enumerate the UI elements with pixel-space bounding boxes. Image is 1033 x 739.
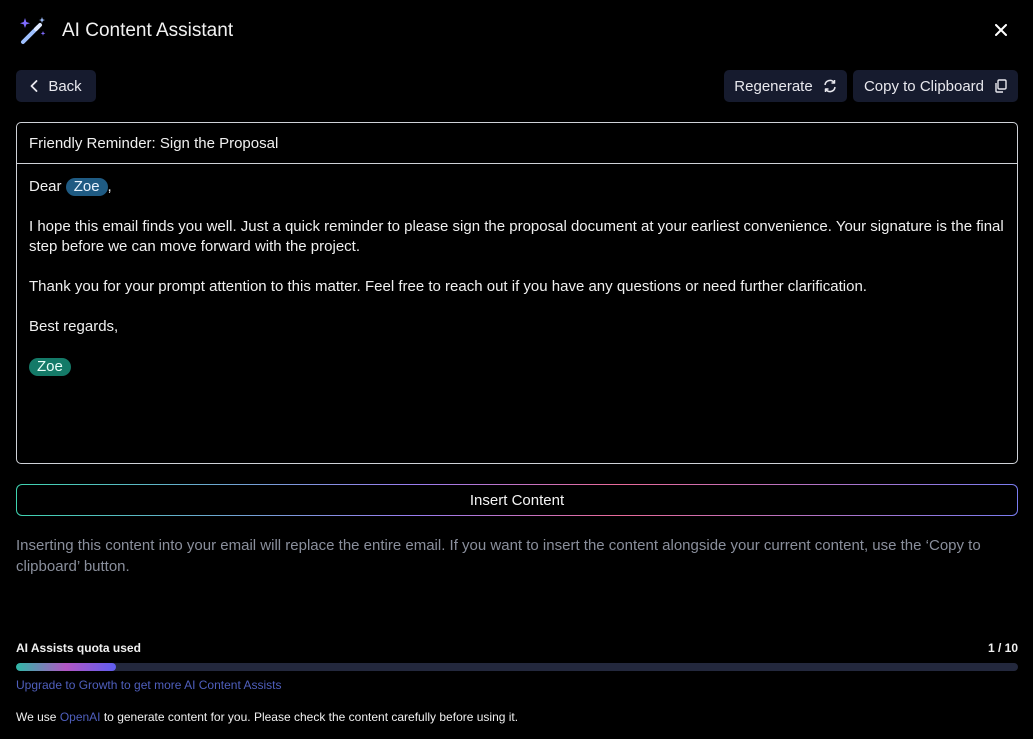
modal-header: AI Content Assistant [16, 14, 1017, 48]
quota-label: AI Assists quota used [16, 641, 141, 655]
copy-icon [994, 79, 1007, 93]
insert-content-button[interactable]: Insert Content [17, 485, 1017, 515]
footer-disclaimer: We use OpenAI to generate content for yo… [16, 710, 518, 724]
insert-note: Inserting this content into your email w… [16, 537, 981, 575]
copy-label: Copy to Clipboard [863, 77, 985, 95]
subject-field[interactable]: Friendly Reminder: Sign the Proposal [17, 123, 1017, 164]
sender-line: Zoe [29, 357, 1005, 377]
openai-link[interactable]: OpenAI [60, 710, 101, 724]
email-body[interactable]: Dear Zoe, I hope this email finds you we… [17, 164, 1017, 377]
refresh-icon [823, 79, 837, 93]
chevron-left-icon [30, 80, 38, 92]
quota-progress-fill [16, 663, 117, 671]
upgrade-link[interactable]: Upgrade to Growth to get more AI Content… [16, 678, 281, 692]
magic-wand-icon [20, 17, 46, 44]
footer-prefix: We use [16, 710, 60, 724]
email-editor[interactable]: Friendly Reminder: Sign the Proposal Dea… [16, 122, 1018, 464]
close-icon [995, 24, 1007, 36]
insert-content-border: Insert Content [16, 484, 1018, 516]
sender-chip[interactable]: Zoe [29, 358, 71, 376]
close-button[interactable] [991, 20, 1011, 40]
footer-suffix: to generate content for you. Please chec… [100, 710, 519, 724]
regenerate-button[interactable]: Regenerate [724, 70, 847, 102]
regenerate-label: Regenerate [734, 77, 813, 95]
body-paragraph-2: Thank you for your prompt attention to t… [29, 278, 867, 295]
quota-progress-bar [16, 663, 1018, 671]
back-label: Back [48, 77, 82, 95]
copy-to-clipboard-button[interactable]: Copy to Clipboard [853, 70, 1018, 102]
greeting-line: Dear Zoe, [29, 177, 1005, 197]
quota-count: 1 / 10 [987, 641, 1018, 655]
body-paragraph-1: I hope this email finds you well. Just a… [29, 218, 1004, 255]
back-button[interactable]: Back [16, 70, 96, 102]
modal-title: AI Content Assistant [62, 20, 234, 41]
greeting-prefix: Dear [29, 178, 62, 195]
signoff-line: Best regards, [29, 318, 119, 335]
greeting-suffix: , [107, 178, 112, 195]
recipient-chip[interactable]: Zoe [65, 178, 108, 196]
